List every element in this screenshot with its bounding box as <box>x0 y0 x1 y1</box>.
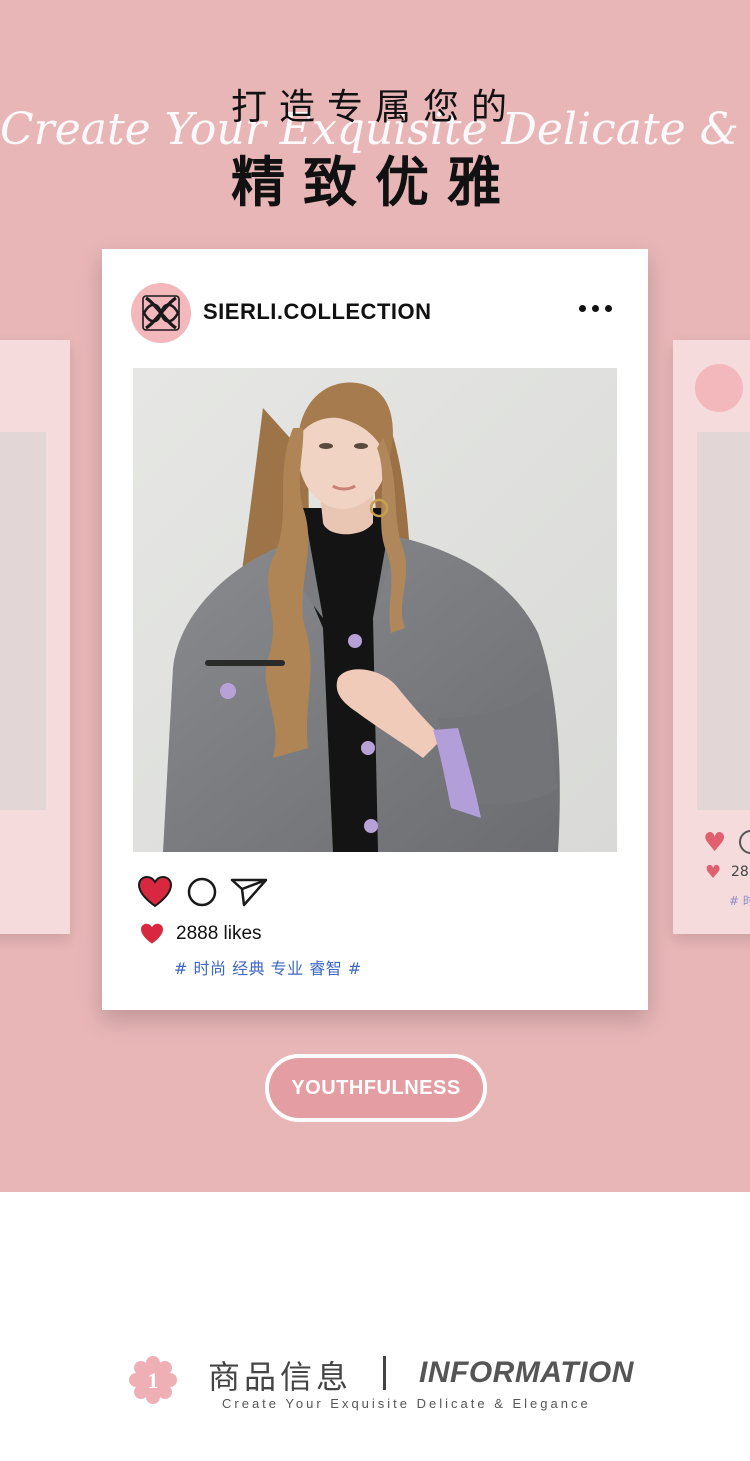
heart-icon[interactable] <box>138 876 172 908</box>
heart-small-icon <box>141 923 163 944</box>
side-post-card-right[interactable]: ♥ ♥ 28 # 时 <box>673 340 750 934</box>
side-avatar <box>695 364 743 412</box>
section-header: 1 商品信息 INFORMATION Create Your Exquisite… <box>0 1340 750 1430</box>
more-dots-icon[interactable] <box>576 297 616 317</box>
likes-count[interactable]: 2888 likes <box>176 923 262 945</box>
section-subtitle: Create Your Exquisite Delicate & Eleganc… <box>222 1396 591 1411</box>
side-post-photo-placeholder <box>697 432 750 810</box>
post-hashtags[interactable]: # 时尚 经典 专业 睿智 # <box>174 955 362 979</box>
comment-circle-icon[interactable] <box>739 830 750 854</box>
model-photo-illustration <box>133 368 617 852</box>
youthfulness-badge[interactable]: YOUTHFULNESS <box>265 1054 487 1122</box>
side-tags-text: # 时 <box>729 894 750 908</box>
heart-icon[interactable]: ♥ <box>703 828 726 858</box>
post-card: SIERLI.COLLECTION 2888 likes # 时尚 经典 专业 … <box>102 249 648 1010</box>
heart-small-icon: ♥ <box>705 862 722 883</box>
hero-title-line1: 打造专属您的 <box>230 87 519 128</box>
section-divider <box>383 1356 386 1390</box>
hero-title-line2: 精致优雅 <box>231 151 519 214</box>
paper-plane-icon[interactable] <box>230 877 268 907</box>
section-title-cn: 商品信息 <box>208 1358 353 1396</box>
post-photo[interactable] <box>133 368 617 852</box>
section-title-en: INFORMATION <box>419 1356 634 1389</box>
post-username[interactable]: SIERLI.COLLECTION <box>203 299 432 325</box>
brand-monogram-icon <box>142 295 180 331</box>
badge-label: YOUTHFULNESS <box>291 1077 461 1099</box>
comment-circle-icon[interactable] <box>187 877 217 907</box>
section-number: 1 <box>148 1368 159 1393</box>
side-post-photo-placeholder <box>0 432 46 810</box>
side-likes-text: 28 <box>731 864 749 880</box>
brand-avatar[interactable] <box>131 283 191 343</box>
likes-row: 2888 likes <box>140 921 440 947</box>
hero-banner: Create Your Exquisite Delicate & Eleganc… <box>0 0 750 1192</box>
side-post-card-left[interactable] <box>0 340 70 934</box>
post-actions <box>138 874 338 910</box>
flower-number-icon: 1 <box>129 1356 177 1404</box>
